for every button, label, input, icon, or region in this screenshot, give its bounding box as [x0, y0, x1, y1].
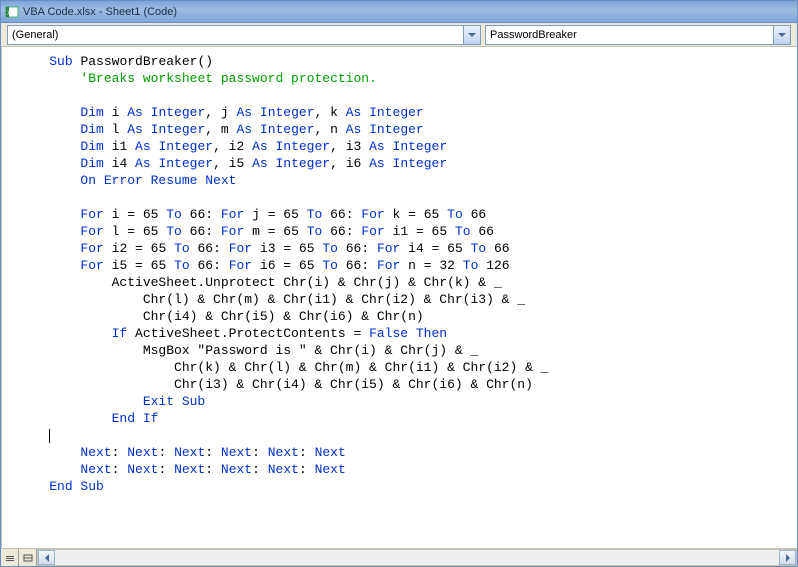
chevron-down-icon[interactable]	[773, 26, 790, 44]
title-bar[interactable]: X VBA Code.xlsx - Sheet1 (Code)	[1, 1, 797, 23]
window-title: VBA Code.xlsx - Sheet1 (Code)	[23, 6, 177, 18]
chevron-down-icon[interactable]	[463, 26, 480, 44]
code-window: X VBA Code.xlsx - Sheet1 (Code) (General…	[0, 0, 798, 567]
bottom-bar	[1, 548, 797, 566]
procedure-combo-label: PasswordBreaker	[490, 29, 577, 41]
excel-vba-icon: X	[5, 5, 19, 19]
svg-text:X: X	[7, 11, 11, 17]
object-combo[interactable]: (General)	[7, 25, 481, 45]
code-container: Sub PasswordBreaker() 'Breaks worksheet …	[1, 47, 797, 566]
object-combo-label: (General)	[12, 29, 58, 41]
code-editor[interactable]: Sub PasswordBreaker() 'Breaks worksheet …	[1, 47, 797, 548]
scroll-right-button[interactable]	[779, 550, 796, 565]
procedure-combo[interactable]: PasswordBreaker	[485, 25, 791, 45]
horizontal-scrollbar[interactable]	[37, 549, 797, 566]
full-module-view-button[interactable]	[19, 549, 37, 566]
dropdown-row: (General) PasswordBreaker	[1, 23, 797, 47]
procedure-view-button[interactable]	[1, 549, 19, 566]
scroll-left-button[interactable]	[38, 550, 55, 565]
